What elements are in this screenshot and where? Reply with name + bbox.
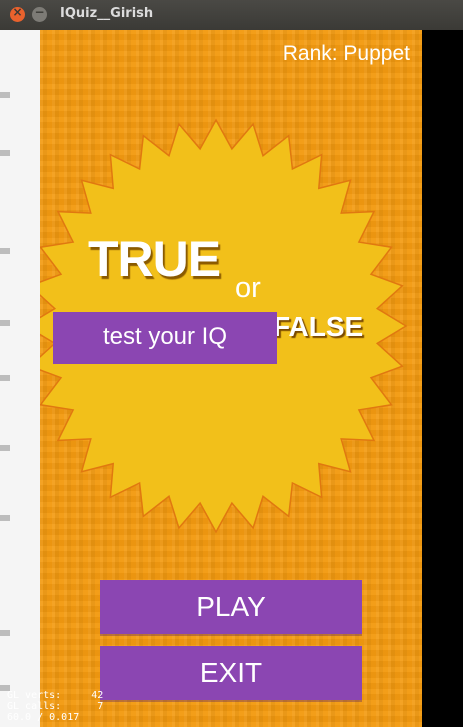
gl-verts-text: GL verts: 42 (7, 690, 104, 701)
rank-label: Rank: Puppet (282, 42, 410, 65)
exit-button[interactable]: EXIT (100, 646, 362, 700)
tagline-banner: test your IQ (53, 312, 277, 364)
window-titlebar: × − IQuiz__Girish (0, 0, 463, 30)
gl-calls-text: GL calls: 7 (7, 701, 104, 712)
gl-debug-overlay: GL verts: 42 GL calls: 7 60.0 / 0.017 (7, 690, 103, 723)
title-true: TRUE (88, 231, 221, 287)
window-minimize-button[interactable]: − (32, 5, 47, 22)
background-editor-strip (0, 30, 40, 727)
minimize-icon: − (34, 5, 45, 19)
window-title: IQuiz__Girish (60, 6, 154, 21)
fps-text: 60.0 / 0.017 (7, 712, 80, 723)
window-close-button[interactable]: × (10, 5, 25, 22)
game-canvas: Rank: Puppet TRUE or FALSE test your IQ … (40, 30, 422, 727)
close-icon: × (12, 5, 23, 19)
title-false: FALSE (273, 311, 364, 342)
play-button[interactable]: PLAY (100, 580, 362, 634)
title-or: or (235, 272, 261, 304)
